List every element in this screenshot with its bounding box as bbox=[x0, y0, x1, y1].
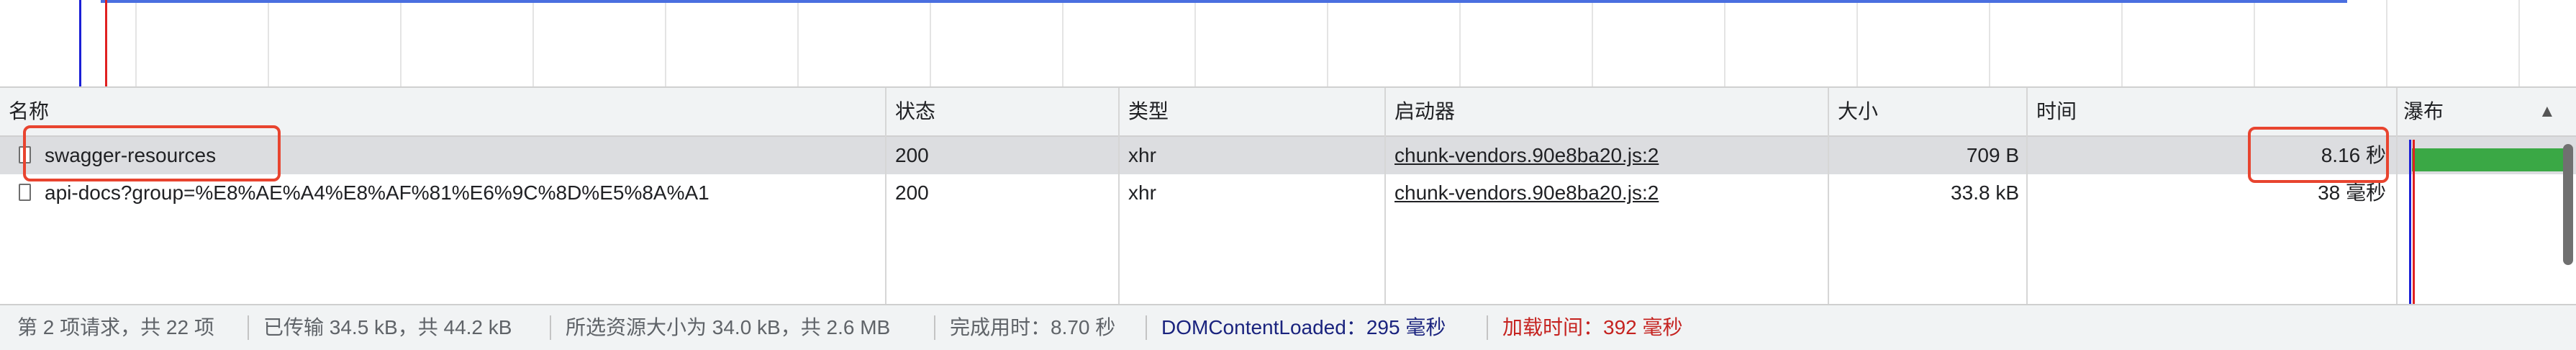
table-row[interactable]: swagger-resources 200 xhr chunk-vendors.… bbox=[0, 137, 2576, 174]
column-header-waterfall[interactable]: 瀑布 bbox=[2403, 88, 2444, 135]
table-header: 名称 状态 类型 启动器 大小 时间 瀑布 ▲ bbox=[0, 88, 2576, 137]
requests-table: 名称 状态 类型 启动器 大小 时间 瀑布 ▲ swagger-resource… bbox=[0, 88, 2576, 304]
column-resizer[interactable] bbox=[2026, 88, 2028, 304]
overview-grid-line bbox=[532, 0, 534, 86]
column-resizer[interactable] bbox=[885, 88, 886, 304]
overview-grid-line bbox=[2518, 0, 2520, 86]
column-header-type[interactable]: 类型 bbox=[1128, 88, 1169, 135]
overview-grid-line bbox=[135, 0, 137, 86]
sort-ascending-icon[interactable]: ▲ bbox=[2539, 88, 2556, 135]
waterfall-dcl-marker bbox=[2409, 140, 2411, 304]
status-dom-content-loaded: DOMContentLoaded：295 毫秒 bbox=[1161, 316, 1446, 338]
overview-grid-line bbox=[1856, 0, 1858, 86]
table-row[interactable]: api-docs?group=%E8%AE%A4%E8%AF%81%E6%9C%… bbox=[0, 174, 2576, 212]
overview-request-bar bbox=[101, 0, 2347, 3]
column-resizer[interactable] bbox=[1118, 88, 1120, 304]
status-divider bbox=[1487, 315, 1488, 340]
highlight-box-name bbox=[23, 125, 281, 181]
overview-dcl-marker bbox=[79, 0, 81, 86]
status-transferred: 已传输 34.5 kB，共 44.2 kB bbox=[263, 316, 512, 338]
overview-grid-line bbox=[268, 0, 269, 86]
status-bar: 第 2 项请求，共 22 项 已传输 34.5 kB，共 44.2 kB 所选资… bbox=[0, 304, 2576, 350]
request-initiator-link[interactable]: chunk-vendors.90e8ba20.js:2 bbox=[1394, 174, 1819, 212]
overview-grid-line bbox=[400, 0, 402, 86]
request-initiator-link[interactable]: chunk-vendors.90e8ba20.js:2 bbox=[1394, 137, 1819, 174]
highlight-box-time bbox=[2248, 127, 2389, 183]
status-finish-time: 完成用时：8.70 秒 bbox=[950, 316, 1116, 338]
overview-grid-line bbox=[665, 0, 666, 86]
request-type: xhr bbox=[1128, 144, 1156, 166]
column-resizer[interactable] bbox=[1828, 88, 1829, 304]
overview-grid-line bbox=[1062, 0, 1063, 86]
overview-grid-line bbox=[1724, 0, 1725, 86]
status-resources: 所选资源大小为 34.0 kB，共 2.6 MB bbox=[566, 316, 891, 338]
overview-grid-line bbox=[2254, 0, 2255, 86]
overview-grid-line bbox=[2121, 0, 2123, 86]
network-overview[interactable] bbox=[0, 0, 2576, 88]
waterfall-bar[interactable] bbox=[2412, 148, 2570, 171]
column-header-initiator[interactable]: 启动器 bbox=[1394, 88, 1455, 135]
request-type: xhr bbox=[1128, 181, 1156, 204]
column-header-time[interactable]: 时间 bbox=[2036, 88, 2077, 135]
overview-grid-line bbox=[1592, 0, 1593, 86]
overview-grid-line bbox=[1194, 0, 1196, 86]
overview-grid-line bbox=[797, 0, 799, 86]
status-load-time: 加载时间：392 毫秒 bbox=[1502, 316, 1683, 338]
waterfall-load-marker bbox=[2413, 140, 2415, 304]
status-divider bbox=[934, 315, 935, 340]
status-divider bbox=[248, 315, 249, 340]
column-header-size[interactable]: 大小 bbox=[1838, 88, 1878, 135]
overview-grid-line bbox=[1989, 0, 1990, 86]
column-resizer[interactable] bbox=[1384, 88, 1386, 304]
status-divider bbox=[1146, 315, 1147, 340]
overview-grid-line bbox=[1459, 0, 1461, 86]
status-request-count: 第 2 项请求，共 22 项 bbox=[17, 316, 214, 338]
request-status: 200 bbox=[895, 181, 929, 204]
overview-grid-line bbox=[930, 0, 931, 86]
overview-grid-line bbox=[1327, 0, 1328, 86]
network-panel: 名称 状态 类型 启动器 大小 时间 瀑布 ▲ swagger-resource… bbox=[0, 0, 2576, 350]
column-header-status[interactable]: 状态 bbox=[895, 88, 935, 135]
request-status: 200 bbox=[895, 144, 929, 166]
document-icon bbox=[19, 184, 31, 201]
overview-load-marker bbox=[105, 0, 107, 86]
request-size: 33.8 kB bbox=[1951, 181, 2019, 204]
status-divider bbox=[550, 315, 551, 340]
request-size: 709 B bbox=[1966, 144, 2019, 166]
column-resizer[interactable] bbox=[2396, 88, 2398, 304]
vertical-scrollbar[interactable] bbox=[2563, 144, 2573, 265]
overview-grid-line bbox=[2386, 0, 2387, 86]
